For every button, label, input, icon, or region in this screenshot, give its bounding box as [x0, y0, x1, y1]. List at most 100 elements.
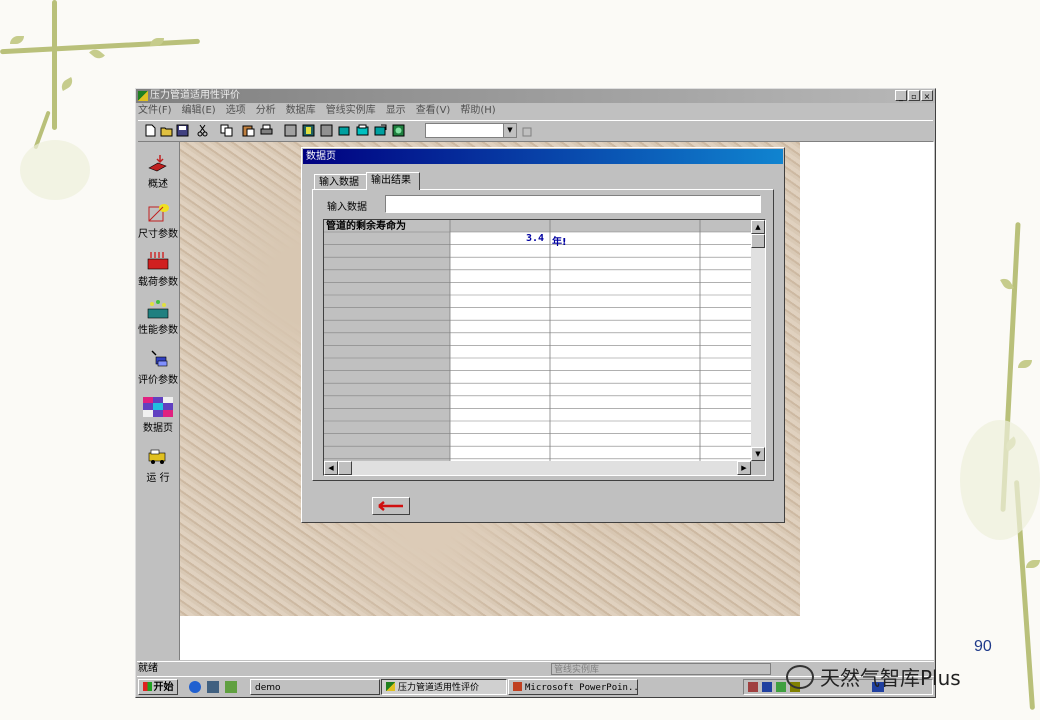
watermark: 天然气智库Plus — [786, 662, 961, 691]
start-button[interactable]: 开始 — [138, 679, 178, 695]
cut-icon[interactable] — [196, 124, 209, 137]
tray-icon-1[interactable] — [748, 682, 758, 692]
taskbar-demo[interactable]: demo — [250, 679, 380, 695]
horizontal-scroll-thumb[interactable] — [338, 461, 352, 475]
menu-options[interactable]: 选项 — [226, 104, 246, 118]
tab-output-results[interactable]: 输出结果 — [366, 172, 420, 190]
start-label: 开始 — [153, 682, 174, 693]
back-button[interactable] — [372, 497, 410, 515]
open-folder-icon[interactable] — [160, 124, 173, 137]
grid-header-cell: 管道的剩余寿命为 — [326, 221, 406, 232]
grid-fixed-column — [324, 232, 450, 461]
vertical-scrollbar[interactable]: ▲ ▼ — [751, 220, 765, 461]
minimize-button[interactable]: _ — [895, 90, 907, 101]
datasheet-icon — [143, 397, 173, 417]
ie-icon[interactable] — [189, 681, 201, 693]
tool-layers-icon[interactable] — [338, 124, 351, 137]
menu-analysis[interactable]: 分析 — [256, 104, 276, 118]
tray-icon-2[interactable] — [762, 682, 772, 692]
windows-logo-icon — [142, 682, 152, 691]
tool-table-icon[interactable] — [320, 124, 333, 137]
watermark-text: 天然气智库Plus — [820, 666, 961, 690]
sidebar-item-performance[interactable]: 性能参数 — [137, 298, 179, 337]
save-icon[interactable] — [176, 124, 189, 137]
slide-page-number: 90 — [974, 638, 992, 655]
workspace-empty-bottom — [180, 616, 934, 660]
sidebar-item-dimension[interactable]: 尺寸参数 — [137, 202, 179, 241]
scroll-up-icon[interactable]: ▲ — [751, 220, 765, 234]
taskbar-powerpoint-label: Microsoft PowerPoin... — [525, 683, 638, 693]
new-file-icon[interactable] — [144, 124, 157, 137]
title-bar: 压力管道适用性评价 _ ▫ × — [136, 89, 935, 103]
status-panel: 管线实例库 — [551, 663, 771, 675]
toolbar-combo[interactable]: ▼ — [425, 123, 517, 138]
tray-icon-3[interactable] — [776, 682, 786, 692]
dimension-icon — [148, 204, 169, 222]
sidebar-item-datasheet[interactable]: 数据页 — [137, 396, 179, 435]
menu-database[interactable]: 数据库 — [286, 104, 316, 118]
close-button[interactable]: × — [921, 90, 933, 101]
channel-icon[interactable] — [225, 681, 237, 693]
overview-icon — [148, 155, 167, 172]
menu-help[interactable]: 帮助(H) — [460, 104, 495, 118]
performance-icon — [147, 300, 169, 319]
sidebar-item-label: 数据页 — [143, 423, 173, 434]
window-title: 压力管道适用性评价 — [150, 90, 240, 101]
menu-file[interactable]: 文件(F) — [138, 104, 172, 118]
taskbar-powerpoint[interactable]: Microsoft PowerPoin... — [508, 679, 638, 695]
copy-icon[interactable] — [220, 124, 233, 137]
app-icon — [138, 91, 148, 101]
sidebar-item-load[interactable]: 载荷参数 — [137, 250, 179, 289]
scroll-corner — [751, 461, 765, 475]
sidebar-item-label: 性能参数 — [138, 325, 178, 336]
sidebar-item-label: 尺寸参数 — [138, 229, 178, 240]
datasheet-dialog: 数据页 输入数据 输出结果 输入数据 管道的剩余寿命为 3.4 年! ▲ ▼ ◀ — [301, 147, 785, 523]
tool-chart-icon[interactable] — [302, 124, 315, 137]
input-data-label: 输入数据 — [327, 202, 367, 213]
status-text: 就绪 — [138, 663, 158, 674]
sidebar: 概述 尺寸参数 载荷参数 性能参数 评价参数 数据页 运 行 — [137, 142, 180, 660]
run-icon — [148, 449, 166, 464]
grid-lines — [324, 220, 751, 461]
tab-panel-output: 输入数据 管道的剩余寿命为 3.4 年! ▲ ▼ ◀ ▶ — [312, 189, 774, 481]
app-icon — [386, 682, 395, 691]
menu-display[interactable]: 显示 — [386, 104, 406, 118]
tab-input-data[interactable]: 输入数据 — [314, 174, 368, 190]
sidebar-item-overview[interactable]: 概述 — [137, 152, 179, 191]
taskbar-app-label: 压力管道适用性评价 — [398, 683, 480, 693]
remaining-life-unit: 年! — [552, 237, 567, 248]
tool-export-icon[interactable] — [374, 124, 387, 137]
arrow-left-icon — [378, 501, 403, 511]
menu-pipeline-library[interactable]: 管线实例库 — [326, 104, 376, 118]
menu-edit[interactable]: 编辑(E) — [182, 104, 216, 118]
vertical-scroll-thumb[interactable] — [751, 234, 765, 248]
tool-grid-icon[interactable] — [284, 124, 297, 137]
scroll-down-icon[interactable]: ▼ — [751, 447, 765, 461]
evaluation-icon — [151, 350, 168, 367]
input-data-field[interactable] — [385, 195, 761, 213]
menu-view[interactable]: 查看(V) — [416, 104, 451, 118]
app-window: 压力管道适用性评价 _ ▫ × 文件(F) 编辑(E) 选项 分析 数据库 管线… — [135, 88, 936, 698]
restore-button[interactable]: ▫ — [908, 90, 920, 101]
paste-icon[interactable] — [242, 124, 255, 137]
sidebar-item-evaluation[interactable]: 评价参数 — [137, 348, 179, 387]
results-grid: 管道的剩余寿命为 3.4 年! ▲ ▼ ◀ ▶ — [323, 219, 766, 476]
sidebar-item-label: 载荷参数 — [138, 277, 178, 288]
toolbar-extra-icon[interactable] — [521, 124, 534, 137]
horizontal-scrollbar[interactable]: ◀ ▶ — [324, 461, 751, 475]
sidebar-item-label: 概述 — [148, 179, 168, 190]
sidebar-item-label: 运 行 — [146, 473, 170, 484]
menu-bar: 文件(F) 编辑(E) 选项 分析 数据库 管线实例库 显示 查看(V) 帮助(… — [138, 104, 496, 118]
workspace-empty-right — [800, 142, 934, 616]
desktop-icon[interactable] — [207, 681, 219, 693]
print-icon[interactable] — [260, 124, 273, 137]
chevron-down-icon[interactable]: ▼ — [503, 124, 516, 137]
scroll-left-icon[interactable]: ◀ — [324, 461, 338, 475]
tool-globe-icon[interactable] — [392, 124, 405, 137]
tool-stack-icon[interactable] — [356, 124, 369, 137]
sidebar-item-label: 评价参数 — [138, 375, 178, 386]
sidebar-item-run[interactable]: 运 行 — [137, 446, 179, 485]
scroll-right-icon[interactable]: ▶ — [737, 461, 751, 475]
taskbar-app[interactable]: 压力管道适用性评价 — [381, 679, 507, 695]
load-icon — [147, 252, 169, 270]
